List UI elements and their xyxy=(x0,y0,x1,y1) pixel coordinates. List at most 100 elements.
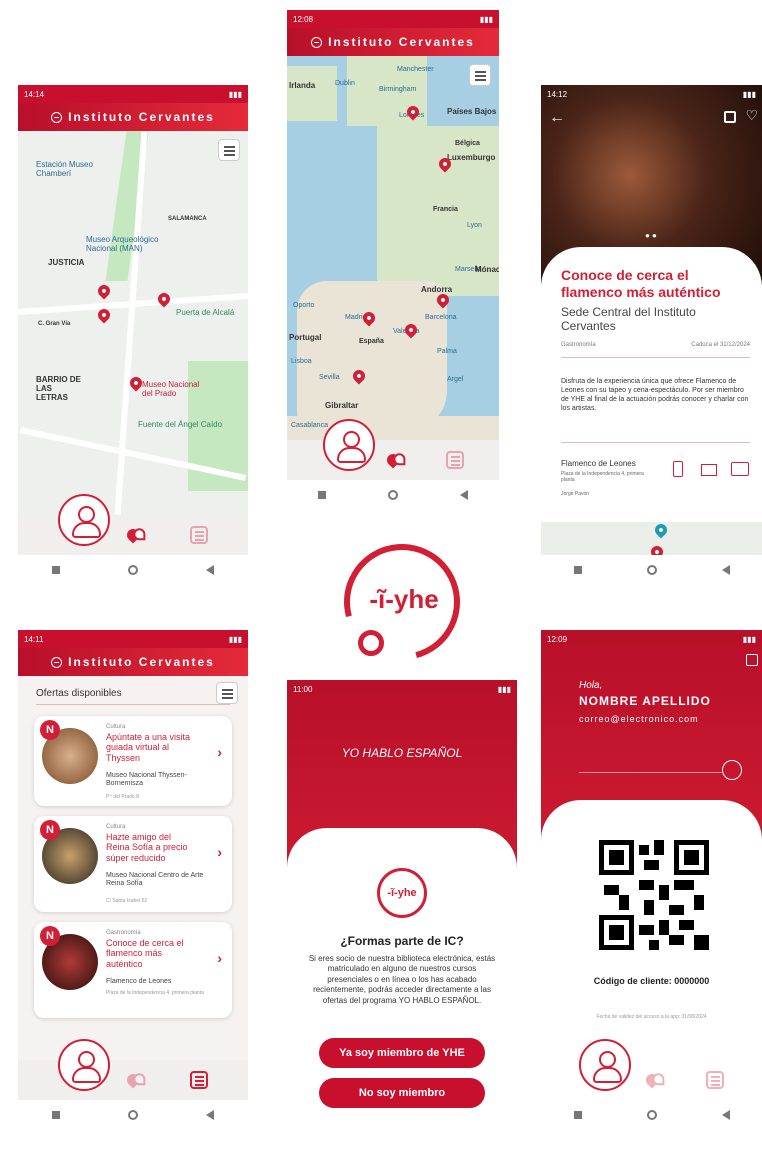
logo-text: yhe xyxy=(393,584,439,614)
screen-madrid-map: 14:14 ▮▮▮ Instituto Cervantes Estación M… xyxy=(18,85,248,585)
offer-org: Museo Nacional Centro de Arte Reina Sofí… xyxy=(106,872,204,888)
back-icon[interactable] xyxy=(721,565,730,575)
chevron-right-icon[interactable]: › xyxy=(217,844,222,860)
recents-icon[interactable] xyxy=(573,1111,582,1119)
offer-address: C/ Santa Isabel 52 xyxy=(106,898,148,904)
mini-map[interactable] xyxy=(541,521,762,561)
app-title: Instituto Cervantes xyxy=(68,110,215,124)
map-label-barcelona: Barcelona xyxy=(425,314,457,321)
filter-button[interactable] xyxy=(216,682,238,704)
map-tab-icon[interactable] xyxy=(124,1071,142,1089)
map-label-justicia: JUSTICIA xyxy=(48,258,85,267)
map-label-gibraltar: Gibraltar xyxy=(325,401,359,410)
recents-icon[interactable] xyxy=(573,566,582,574)
back-icon[interactable] xyxy=(721,1110,730,1120)
membership-body: Si eres socio de nuestra biblioteca elec… xyxy=(308,954,496,1005)
home-icon[interactable] xyxy=(128,1110,138,1120)
map-label-dublin: Dublin xyxy=(335,80,355,87)
status-bar: 11:00 ▮▮▮ xyxy=(287,680,517,698)
list-tab-icon[interactable] xyxy=(190,526,208,544)
welcome-heading: YO HABLO ESPAÑOL xyxy=(341,746,463,760)
back-icon[interactable] xyxy=(206,565,214,575)
offer-category: Cultura xyxy=(106,824,126,830)
mail-icon[interactable] xyxy=(701,464,717,476)
app-header: Instituto Cervantes xyxy=(287,28,499,56)
profile-button[interactable] xyxy=(58,1039,110,1091)
offer-card[interactable]: N Gastronomía Conoce de cerca el flamenc… xyxy=(34,922,232,1018)
map-label-luxemburgo: Luxemburgo xyxy=(447,153,496,162)
map-label-oporto: Oporto xyxy=(293,302,315,309)
yhe-badge-icon[interactable] xyxy=(722,760,742,780)
status-time: 14:11 xyxy=(24,634,44,644)
offer-category: Cultura xyxy=(106,724,126,730)
cervantes-logo-icon xyxy=(51,111,63,123)
chevron-right-icon[interactable]: › xyxy=(217,744,222,760)
location-pin-icon xyxy=(652,521,670,539)
offer-pin-icon[interactable] xyxy=(95,282,113,300)
home-icon[interactable] xyxy=(646,565,657,575)
filter-button[interactable] xyxy=(469,64,491,86)
home-icon[interactable] xyxy=(128,565,138,575)
calendar-icon[interactable] xyxy=(724,111,736,123)
qr-code xyxy=(599,840,709,950)
back-icon[interactable] xyxy=(206,1110,214,1120)
profile-button[interactable] xyxy=(578,1039,631,1091)
map-label-lisboa: Lisboa xyxy=(291,358,312,365)
list-tab-icon[interactable] xyxy=(445,451,464,469)
recents-icon[interactable] xyxy=(52,566,60,574)
back-arrow-icon[interactable]: ← xyxy=(549,109,565,127)
member-yhe-button[interactable]: Ya soy miembro de YHE xyxy=(319,1038,485,1068)
offer-card[interactable]: N Cultura Hazte amigo del Reina Sofía a … xyxy=(34,816,232,912)
profile-button[interactable] xyxy=(322,419,375,471)
app-screenshots-collage: 14:14 ▮▮▮ Instituto Cervantes Estación M… xyxy=(0,0,762,1152)
client-code: Código de cliente: 0000000 xyxy=(593,976,710,986)
list-tab-icon[interactable] xyxy=(190,1071,208,1089)
map-label-paises-bajos: Países Bajos xyxy=(447,107,497,116)
divider xyxy=(561,442,750,443)
map-label-argel: Argel xyxy=(447,376,464,383)
new-badge: N xyxy=(40,926,60,946)
header-divider xyxy=(579,772,722,773)
offer-category: Gastronomía xyxy=(106,930,141,936)
map-tab-icon[interactable] xyxy=(384,451,402,469)
europe-map[interactable]: Irlanda Dublin Manchester Birmingham Lon… xyxy=(287,56,499,440)
filter-button[interactable] xyxy=(218,139,240,161)
phone-icon[interactable] xyxy=(673,461,683,477)
map-tab-icon[interactable] xyxy=(124,526,142,544)
map-label-monaco: Mónaco xyxy=(475,265,499,274)
status-bar: 14:11 ▮▮▮ xyxy=(18,630,248,648)
map-tab-icon[interactable] xyxy=(643,1071,660,1089)
offer-title: Conoce de cerca el flamenco más auténtic… xyxy=(106,938,184,969)
header-divider xyxy=(36,704,230,705)
logo-small-ring xyxy=(358,630,384,656)
system-nav-bar xyxy=(541,555,762,585)
chevron-right-icon[interactable]: › xyxy=(217,950,222,966)
recents-icon[interactable] xyxy=(318,491,326,499)
bottom-nav xyxy=(541,1039,762,1100)
system-nav-bar xyxy=(541,1100,762,1130)
list-tab-icon[interactable] xyxy=(706,1071,725,1089)
system-nav-bar xyxy=(287,480,499,510)
favorite-heart-icon[interactable]: ♡ xyxy=(745,107,758,124)
back-icon[interactable] xyxy=(460,490,468,500)
small-yhe-logo: -ĩ-yhe xyxy=(377,868,427,918)
map-label-casablanca: Casablanca xyxy=(291,422,328,429)
status-time: 11:00 xyxy=(293,684,313,694)
bottom-nav xyxy=(18,1039,248,1100)
map-label-museo-arq: Museo Arqueológico Nacional (MAN) xyxy=(86,235,159,253)
membership-card: -ĩ-yhe ¿Formas parte de IC? Si eres soci… xyxy=(287,828,517,1142)
profile-button[interactable] xyxy=(58,494,110,546)
offer-card[interactable]: N Cultura Apúntate a una visita guiada v… xyxy=(34,716,232,806)
recents-icon[interactable] xyxy=(52,1111,60,1119)
offer-org: Flamenco de Leones xyxy=(106,978,172,985)
home-icon[interactable] xyxy=(388,490,398,500)
app-header: Instituto Cervantes xyxy=(18,103,248,131)
not-member-button[interactable]: No soy miembro xyxy=(319,1078,485,1108)
home-icon[interactable] xyxy=(646,1110,657,1120)
bottom-nav xyxy=(287,419,499,480)
web-icon[interactable] xyxy=(731,462,749,476)
logout-icon[interactable] xyxy=(746,654,758,666)
map-label-puerta: Puerta de Alcalá xyxy=(176,308,235,317)
madrid-map[interactable]: Estación Museo Chamberí Museo Arqueológi… xyxy=(18,131,248,515)
carousel-dots: ● ● xyxy=(645,231,657,240)
